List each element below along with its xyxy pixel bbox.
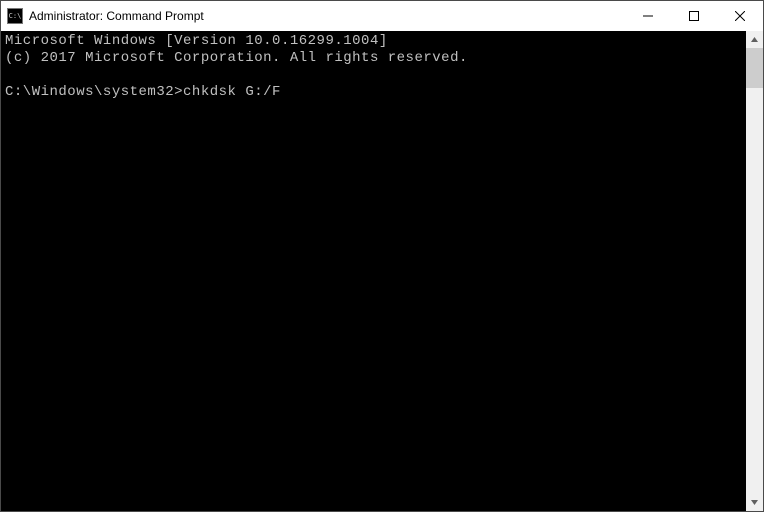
minimize-button[interactable] bbox=[625, 1, 671, 31]
scroll-thumb[interactable] bbox=[746, 48, 763, 88]
client-area: Microsoft Windows [Version 10.0.16299.10… bbox=[1, 31, 763, 511]
vertical-scrollbar[interactable] bbox=[746, 31, 763, 511]
cmd-icon: C:\ bbox=[7, 8, 23, 24]
window-controls bbox=[625, 1, 763, 31]
command-prompt-window: C:\ Administrator: Command Prompt Micros… bbox=[0, 0, 764, 512]
maximize-button[interactable] bbox=[671, 1, 717, 31]
typed-command: chkdsk G:/F bbox=[183, 84, 281, 100]
output-line: Microsoft Windows [Version 10.0.16299.10… bbox=[5, 33, 388, 49]
terminal-output[interactable]: Microsoft Windows [Version 10.0.16299.10… bbox=[1, 31, 746, 511]
titlebar[interactable]: C:\ Administrator: Command Prompt bbox=[1, 1, 763, 31]
close-button[interactable] bbox=[717, 1, 763, 31]
scroll-down-button[interactable] bbox=[746, 494, 763, 511]
scroll-up-button[interactable] bbox=[746, 31, 763, 48]
title-left: C:\ Administrator: Command Prompt bbox=[1, 8, 625, 24]
output-line: (c) 2017 Microsoft Corporation. All righ… bbox=[5, 50, 468, 66]
window-title: Administrator: Command Prompt bbox=[29, 9, 204, 23]
prompt-path: C:\Windows\system32> bbox=[5, 84, 183, 100]
